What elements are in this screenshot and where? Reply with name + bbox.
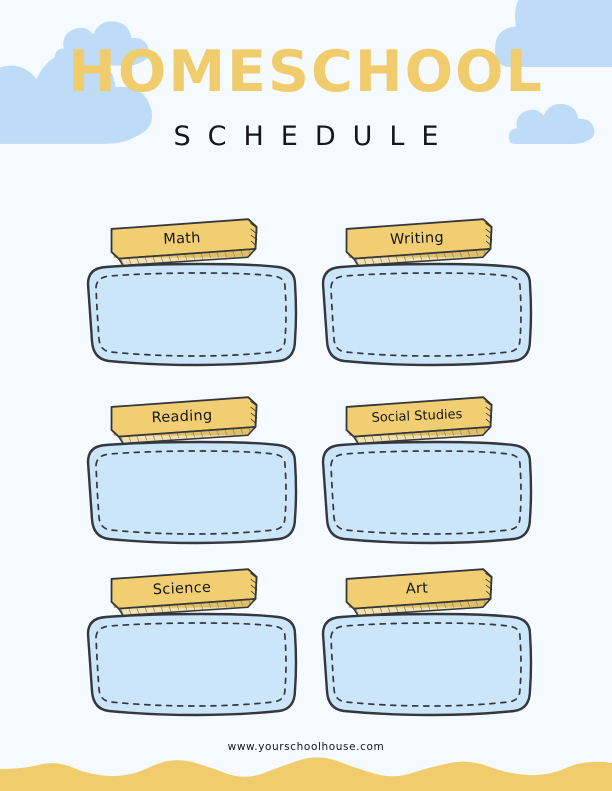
- subject-card-science[interactable]: Science: [85, 568, 298, 720]
- subject-card-art[interactable]: Art: [320, 568, 533, 720]
- card-label-writing: Writing: [389, 229, 445, 248]
- card-label-social-studies: Social Studies: [371, 407, 463, 426]
- card-tab-writing[interactable]: Writing: [344, 218, 493, 267]
- card-label-art: Art: [405, 580, 429, 597]
- card-label-science: Science: [152, 579, 212, 598]
- card-tab-math[interactable]: Math: [109, 218, 258, 267]
- page-subtitle: SCHEDULE: [173, 121, 456, 152]
- card-tab-art[interactable]: Art: [344, 568, 493, 617]
- subject-card-writing[interactable]: Writing: [320, 218, 533, 370]
- page-header: HOMESCHOOL SCHEDULE: [0, 39, 612, 152]
- subject-card-grid: Math Writing Reading Social Studies Scie…: [85, 214, 533, 719]
- printable-page: HOMESCHOOL SCHEDULE Math Writing Reading…: [0, 0, 612, 791]
- page-title: HOMESCHOOL: [68, 39, 544, 105]
- subject-card-social-studies[interactable]: Social Studies: [320, 396, 533, 548]
- bottom-wave-decoration: [0, 751, 612, 791]
- card-label-reading: Reading: [151, 407, 213, 426]
- card-tab-social-studies[interactable]: Social Studies: [344, 396, 493, 445]
- card-label-math: Math: [162, 229, 202, 248]
- subject-card-reading[interactable]: Reading: [85, 396, 298, 548]
- card-tab-science[interactable]: Science: [109, 568, 258, 617]
- card-tab-reading[interactable]: Reading: [109, 396, 258, 445]
- subject-card-math[interactable]: Math: [85, 218, 298, 370]
